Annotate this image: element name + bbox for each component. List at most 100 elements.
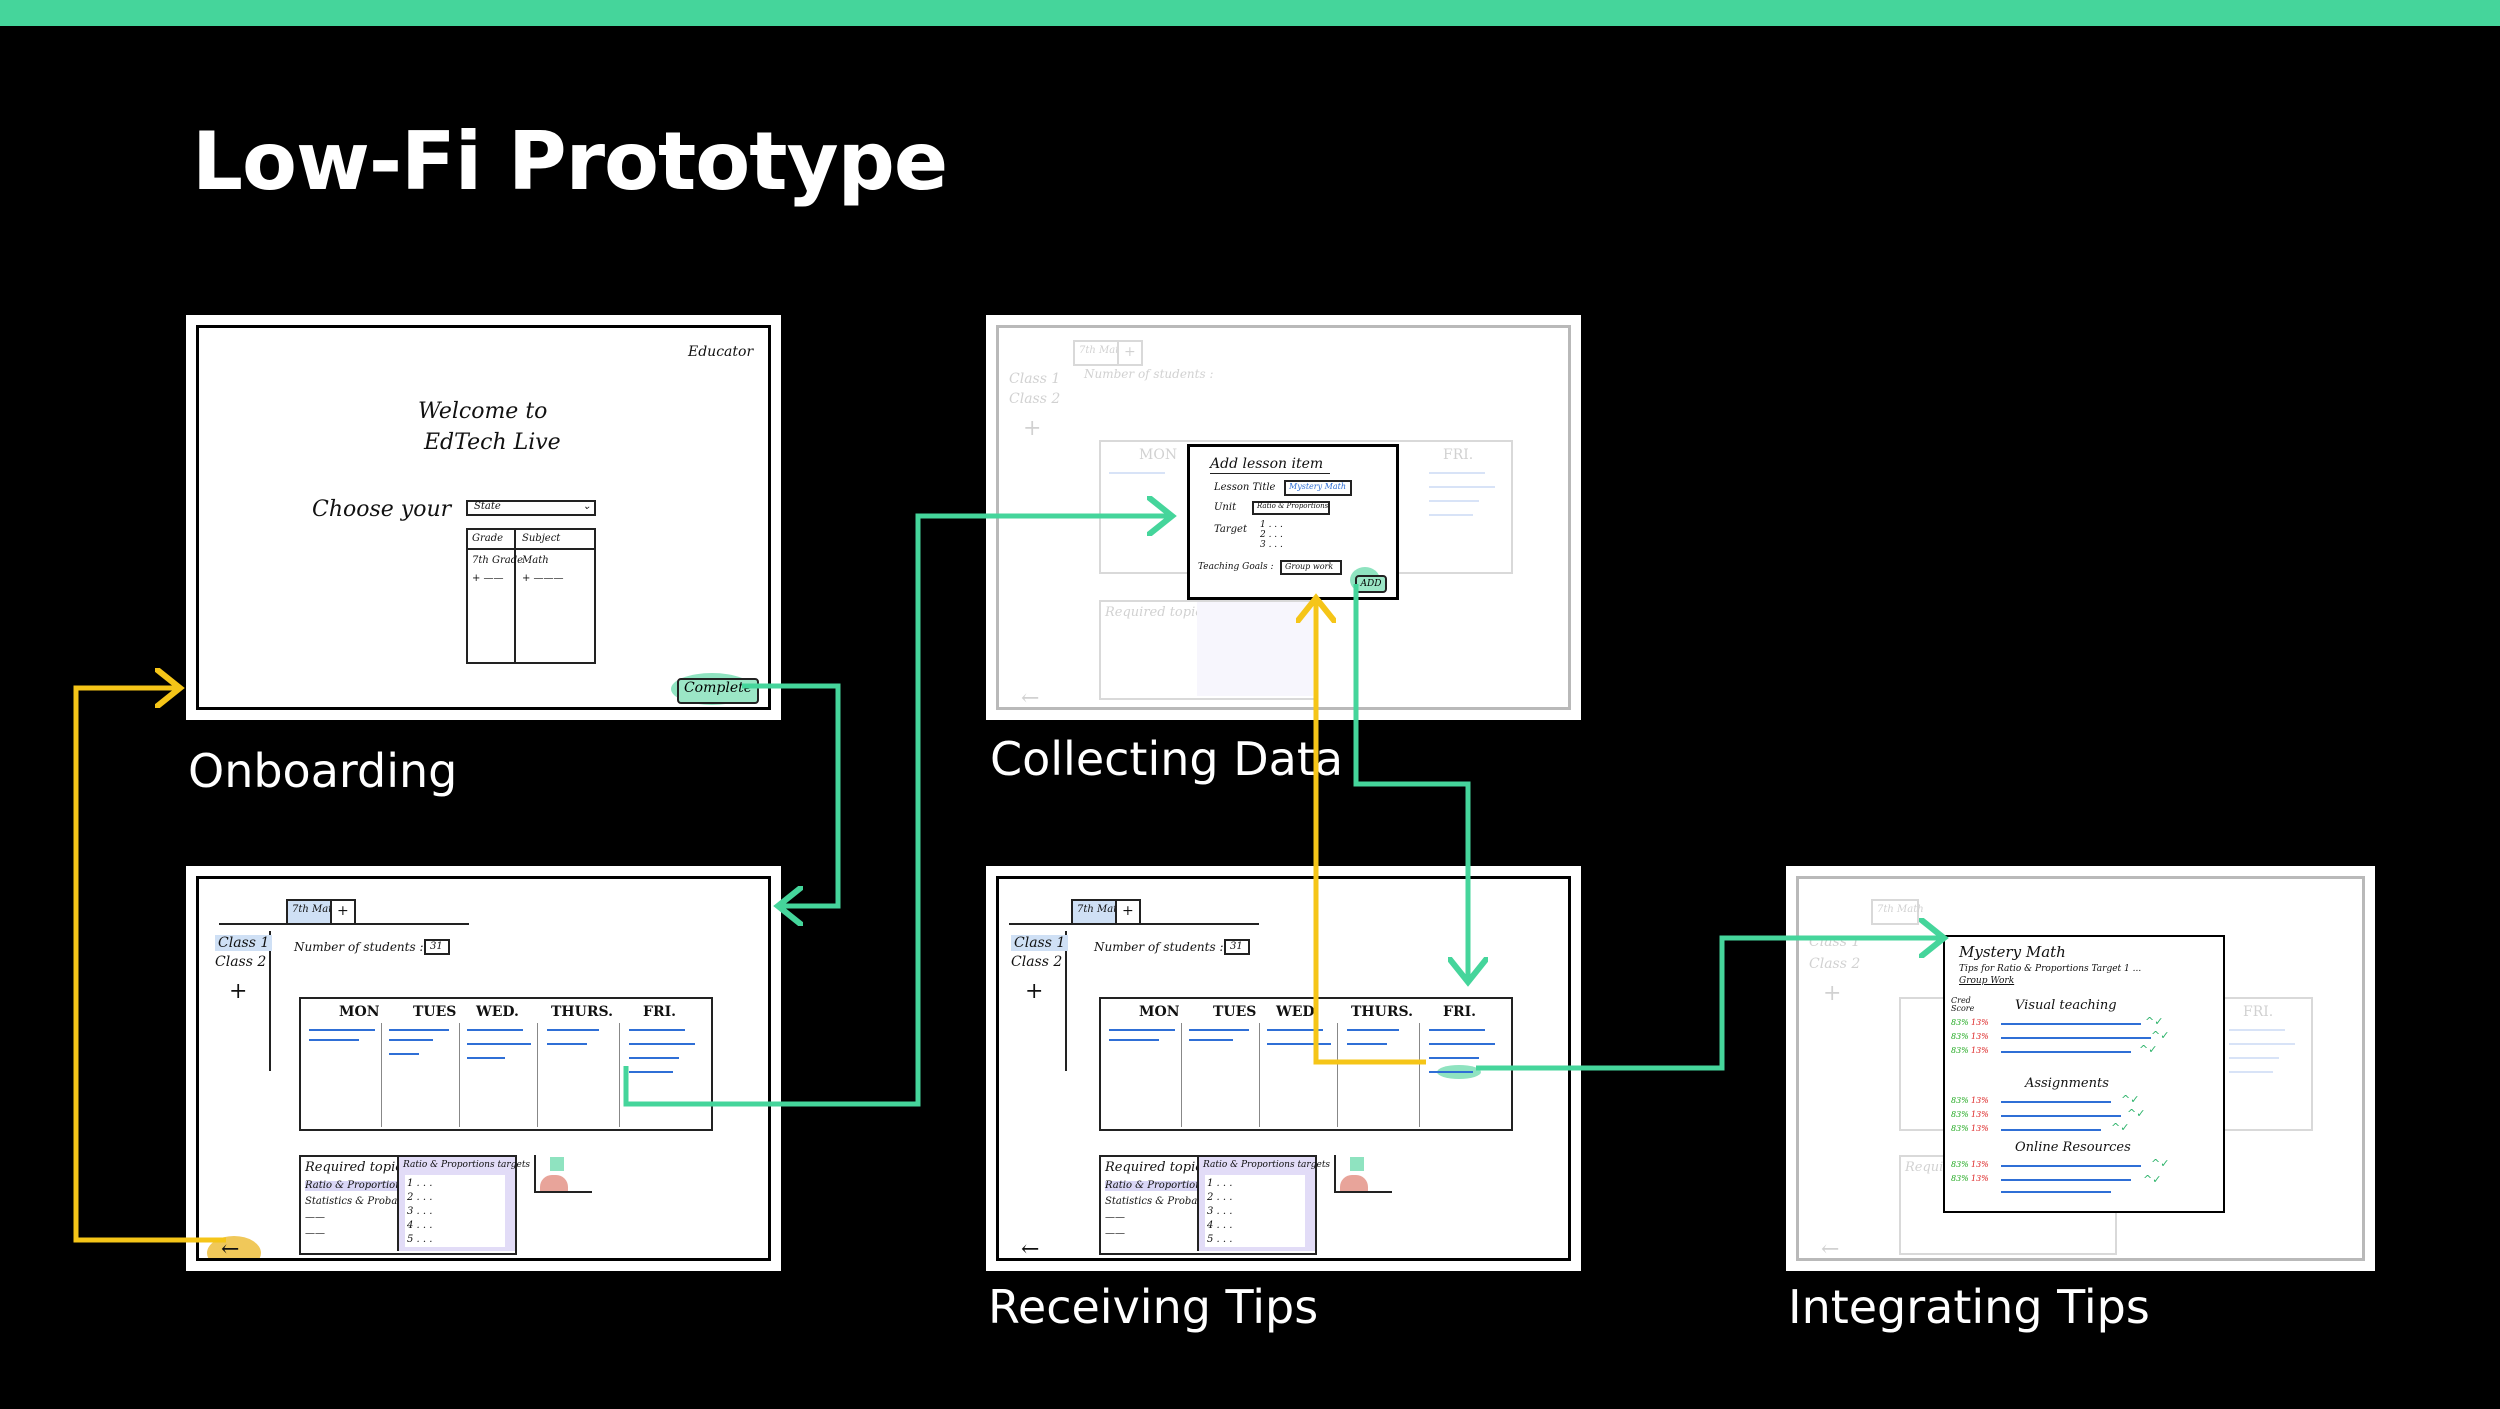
complete-button[interactable]: Complete: [677, 678, 759, 704]
day-wed: WED.: [476, 1004, 519, 1020]
add-button[interactable]: ADD: [1355, 575, 1387, 593]
welcome-line-2: EdTech Live: [424, 430, 561, 455]
add-lesson-popup: Add lesson item Lesson Title Mystery Mat…: [1187, 444, 1399, 600]
progress-chart-thumb: [534, 1155, 592, 1193]
subject-value[interactable]: Math: [522, 556, 549, 566]
tip-link[interactable]: [2001, 1191, 2111, 1193]
tip-link[interactable]: [2001, 1051, 2131, 1053]
collecting-inner: 7th Math + Class 1 Class 2 + Number of s…: [996, 325, 1571, 710]
class-sidebar: Class 1 Class 2 +: [1005, 931, 1069, 1071]
add-class-button[interactable]: +: [1025, 981, 1043, 1003]
state-select-value: State: [474, 501, 501, 512]
tip-link[interactable]: [2001, 1165, 2141, 1167]
popup-title: Add lesson item: [1210, 456, 1324, 472]
left-arrow-icon[interactable]: ←: [1821, 1239, 1839, 1259]
sidebar-item-class-1[interactable]: Class 1: [1009, 372, 1060, 386]
schedule-screen: 7th Math + Class 1 Class 2 + Number of s…: [186, 866, 781, 1271]
tip-link[interactable]: [2001, 1023, 2141, 1025]
lesson-title-input[interactable]: Mystery Math: [1284, 480, 1352, 496]
day-tues: TUES: [413, 1004, 457, 1020]
state-select[interactable]: State ⌄: [466, 500, 596, 516]
targets-panel: Ratio & Proportions targets 1 . . . 2 . …: [397, 1157, 530, 1251]
vote-icon[interactable]: ^✓: [2151, 1029, 2169, 1042]
add-tab-button[interactable]: +: [1117, 340, 1143, 366]
day-thurs: THURS.: [551, 1004, 613, 1020]
choose-label: Choose your: [312, 497, 452, 522]
sidebar-item-class-2[interactable]: Class 2: [1009, 392, 1060, 406]
weekly-schedule: MON TUES WED. THURS. FRI.: [1099, 997, 1513, 1131]
tip-link[interactable]: [2001, 1037, 2151, 1039]
vote-icon[interactable]: ^✓: [2145, 1015, 2163, 1028]
add-class-button[interactable]: +: [1023, 418, 1041, 440]
vote-icon[interactable]: ^✓: [2121, 1093, 2139, 1106]
tip-link[interactable]: [2001, 1129, 2101, 1131]
topic-3[interactable]: ——: [305, 1213, 325, 1223]
sidebar-item-class-2[interactable]: Class 2: [1011, 955, 1062, 969]
cred-score-label: Cred Score: [1951, 996, 1975, 1013]
section-assignments: Assignments: [2025, 1076, 2109, 1091]
receiving-tips-screen: 7th Math + Class 1 Class 2 + Number of s…: [986, 866, 1581, 1271]
target-option-3[interactable]: 3 . . .: [1260, 541, 1283, 550]
students-value[interactable]: 31: [424, 939, 450, 955]
class-tab[interactable]: 7th Math: [286, 899, 339, 925]
onboarding-screen: Educator Welcome to EdTech Live Choose y…: [186, 315, 781, 720]
left-arrow-icon[interactable]: ←: [221, 1239, 239, 1259]
vote-icon[interactable]: ^✓: [2111, 1121, 2129, 1134]
sidebar-item-class-1[interactable]: Class 1: [215, 935, 273, 951]
class-tab[interactable]: 7th Math: [1071, 899, 1124, 925]
vote-icon[interactable]: ^✓: [2151, 1157, 2169, 1170]
left-arrow-icon[interactable]: ←: [1021, 1239, 1039, 1259]
add-tab-button[interactable]: +: [330, 899, 356, 925]
tips-popup-title: Mystery Math: [1959, 943, 2066, 961]
vote-icon[interactable]: ^✓: [2139, 1043, 2157, 1056]
vote-icon[interactable]: ^✓: [2143, 1173, 2161, 1186]
add-tab-button[interactable]: +: [1115, 899, 1141, 925]
required-topics-panel: Required topics Ratio & Proportions Stat…: [299, 1155, 530, 1255]
caption-integrating: Integrating Tips: [1788, 1280, 2150, 1334]
students-value[interactable]: 31: [1224, 939, 1250, 955]
teaching-goals-label: Teaching Goals :: [1198, 562, 1274, 572]
topic-1[interactable]: Ratio & Proportions: [305, 1181, 407, 1191]
unit-select[interactable]: Ratio & Proportions: [1252, 501, 1330, 515]
caption-collecting: Collecting Data: [990, 732, 1344, 786]
grade-header: Grade: [472, 533, 504, 544]
day-fri: FRI.: [643, 1004, 676, 1020]
grade-value[interactable]: 7th Grade: [472, 556, 523, 566]
students-label: Number of students :: [294, 940, 424, 954]
students-label: Number of students :: [1084, 367, 1214, 381]
slide-title: Low-Fi Prototype: [192, 115, 948, 208]
tip-link[interactable]: [2001, 1115, 2121, 1117]
sidebar-item-class-1[interactable]: Class 1: [1011, 935, 1069, 951]
target-option-1[interactable]: 1 . . .: [1260, 521, 1283, 530]
lesson-title-label: Lesson Title: [1214, 482, 1276, 493]
add-class-button[interactable]: +: [229, 981, 247, 1003]
target-option-2[interactable]: 2 . . .: [1260, 531, 1283, 540]
class-tab[interactable]: 7th Math: [1073, 340, 1126, 366]
top-accent-bar: [0, 0, 2500, 26]
tip-link[interactable]: [2001, 1101, 2111, 1103]
vote-icon[interactable]: ^✓: [2127, 1107, 2145, 1120]
left-arrow-icon[interactable]: ←: [1021, 688, 1039, 708]
required-topics-panel: Required topics Ratio & Proportions Stat…: [1099, 1155, 1330, 1255]
unit-label: Unit: [1214, 502, 1237, 513]
class-sidebar: Class 1 Class 2 +: [209, 931, 273, 1071]
caption-receiving: Receiving Tips: [988, 1280, 1319, 1334]
students-label: Number of students :: [1094, 940, 1224, 954]
integrating-tips-screen: 7th Math Class 1 Class 2 + FRI. Required…: [1786, 866, 2375, 1271]
role-label: Educator: [688, 344, 754, 360]
tips-popup-subtitle-2: Group Work: [1959, 976, 2015, 986]
target-label: Target: [1214, 524, 1247, 535]
weekly-schedule: MON TUES WED. THURS. FRI.: [299, 997, 713, 1131]
progress-chart-thumb: [1334, 1155, 1392, 1193]
topic-4[interactable]: ——: [305, 1229, 325, 1239]
welcome-line-1: Welcome to: [418, 399, 548, 424]
required-topics-panel: Required topics: [1099, 600, 1317, 700]
tip-link[interactable]: [2001, 1179, 2131, 1181]
schedule-inner: 7th Math + Class 1 Class 2 + Number of s…: [196, 876, 771, 1261]
targets-header: Ratio & Proportions targets: [403, 1160, 531, 1170]
integrating-inner: 7th Math Class 1 Class 2 + FRI. Required…: [1796, 876, 2365, 1261]
teaching-goals-select[interactable]: Group work: [1280, 560, 1342, 575]
day-mon: MON: [339, 1004, 380, 1020]
sidebar-item-class-2[interactable]: Class 2: [215, 955, 266, 969]
receiving-inner: 7th Math + Class 1 Class 2 + Number of s…: [996, 876, 1571, 1261]
